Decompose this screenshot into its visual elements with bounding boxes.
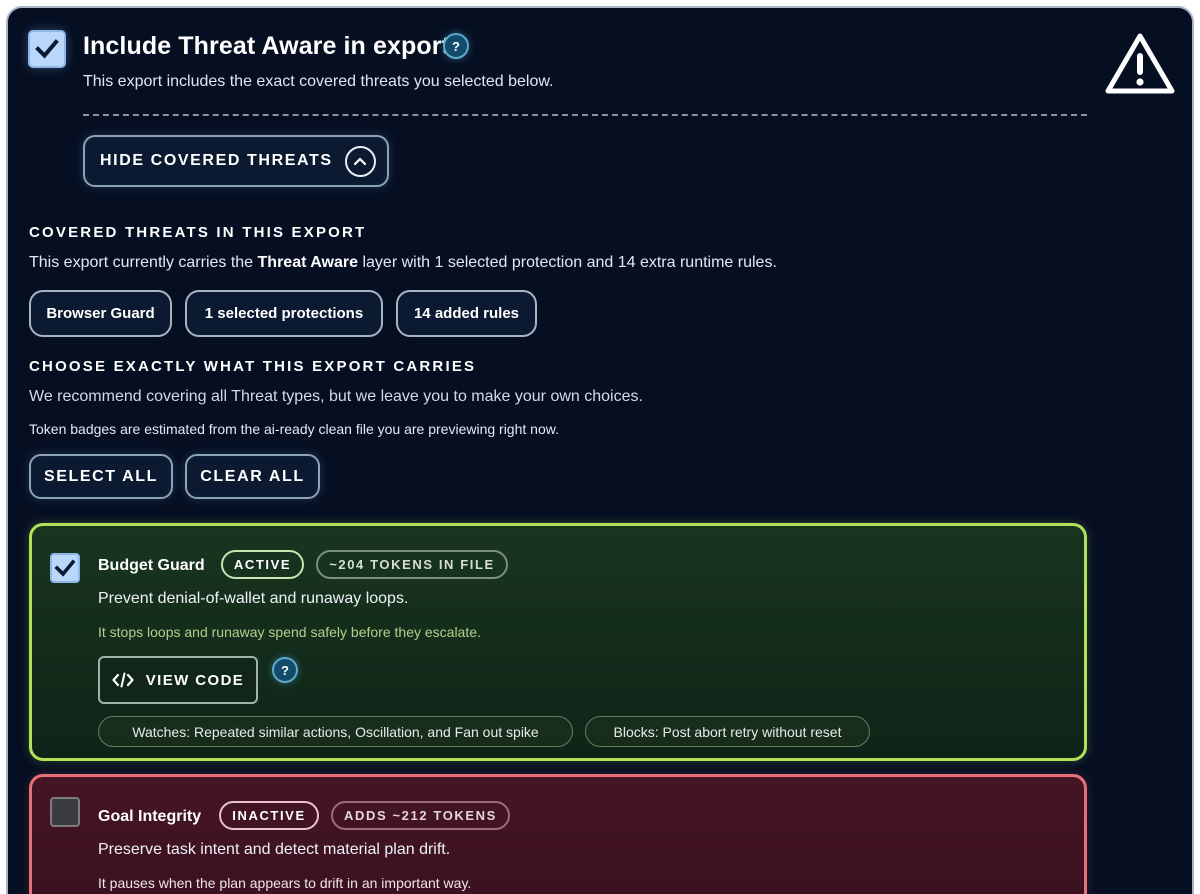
token-badge: ~204 TOKENS IN FILE bbox=[316, 550, 508, 579]
help-icon[interactable]: ? bbox=[272, 657, 298, 683]
view-code-label: VIEW CODE bbox=[145, 671, 245, 689]
page-title: Include Threat Aware in export bbox=[83, 32, 450, 60]
watches-tag: Watches: Repeated similar actions, Oscil… bbox=[98, 716, 573, 747]
help-icon[interactable]: ? bbox=[443, 33, 469, 59]
hide-covered-threats-label: HIDE COVERED THREATS bbox=[100, 152, 333, 169]
view-code-button[interactable]: VIEW CODE bbox=[98, 656, 258, 704]
blocks-tag: Blocks: Post abort retry without reset bbox=[585, 716, 870, 747]
checkmark-icon bbox=[54, 559, 76, 577]
threat-note: It stops loops and runaway spend safely … bbox=[98, 624, 481, 640]
export-panel: Include Threat Aware in export ? This ex… bbox=[6, 6, 1194, 894]
divider bbox=[83, 114, 1087, 116]
chip-added-rules[interactable]: 14 added rules bbox=[396, 290, 537, 337]
threat-note: It pauses when the plan appears to drift… bbox=[98, 875, 472, 891]
clear-all-button[interactable]: CLEAR ALL bbox=[185, 454, 320, 499]
covered-threats-summary: This export currently carries the Threat… bbox=[29, 254, 777, 271]
token-badge: ADDS ~212 TOKENS bbox=[331, 801, 510, 830]
threat-card-budget-guard: Budget Guard ACTIVE ~204 TOKENS IN FILE … bbox=[29, 523, 1087, 761]
include-threat-aware-checkbox[interactable] bbox=[28, 30, 66, 68]
threat-description: Prevent denial-of-wallet and runaway loo… bbox=[98, 590, 409, 607]
threat-title: Budget Guard bbox=[98, 557, 205, 574]
token-note: Token badges are estimated from the ai-r… bbox=[29, 421, 559, 437]
recommendation-text: We recommend covering all Threat types, … bbox=[29, 388, 643, 405]
choose-heading: CHOOSE EXACTLY WHAT THIS EXPORT CARRIES bbox=[29, 358, 477, 375]
chip-browser-guard[interactable]: Browser Guard bbox=[29, 290, 172, 337]
threat-card-goal-integrity: Goal Integrity INACTIVE ADDS ~212 TOKENS… bbox=[29, 774, 1087, 894]
budget-guard-checkbox[interactable] bbox=[50, 553, 80, 583]
chevron-up-icon bbox=[344, 145, 376, 177]
status-badge: ACTIVE bbox=[221, 550, 304, 579]
warning-icon bbox=[1105, 33, 1175, 94]
covered-threats-heading: COVERED THREATS IN THIS EXPORT bbox=[29, 224, 367, 241]
page-subtitle: This export includes the exact covered t… bbox=[83, 73, 554, 90]
status-badge: INACTIVE bbox=[219, 801, 319, 830]
goal-integrity-checkbox[interactable] bbox=[50, 797, 80, 827]
chip-selected-protections[interactable]: 1 selected protections bbox=[185, 290, 383, 337]
threat-title: Goal Integrity bbox=[98, 808, 202, 825]
code-icon bbox=[112, 672, 134, 688]
checkmark-icon bbox=[35, 39, 59, 59]
select-all-button[interactable]: SELECT ALL bbox=[29, 454, 173, 499]
threat-description: Preserve task intent and detect material… bbox=[98, 841, 451, 858]
hide-covered-threats-button[interactable]: HIDE COVERED THREATS bbox=[83, 135, 389, 187]
